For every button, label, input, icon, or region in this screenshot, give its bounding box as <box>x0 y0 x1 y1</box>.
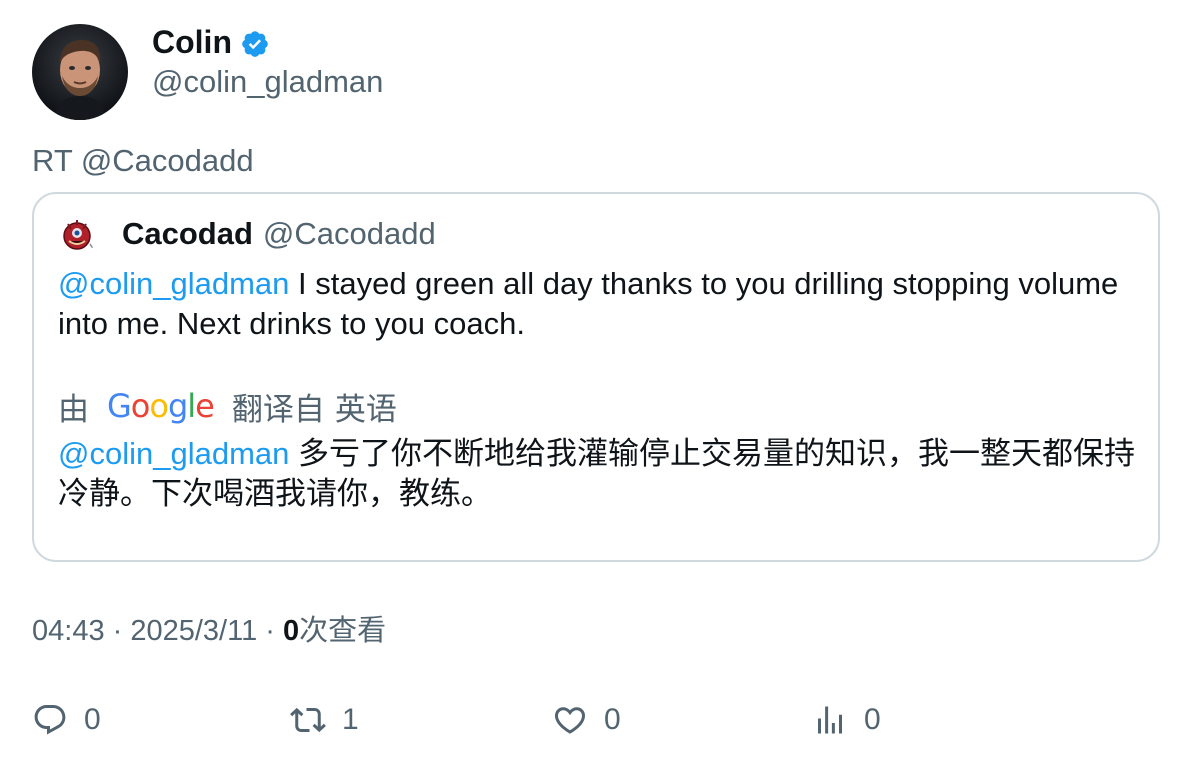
translated-tweet-text: @colin_gladman 多亏了你不断地给我灌输停止交易量的知识，我一整天都… <box>58 434 1148 514</box>
like-count: 0 <box>604 703 621 736</box>
quoted-tweet-card[interactable]: Cacodad @Cacodadd @colin_gladman I staye… <box>32 192 1160 562</box>
quoted-author-avatar[interactable] <box>58 214 98 254</box>
tweet-header: Colin @colin_gladman <box>32 24 383 120</box>
analytics-icon <box>818 706 842 734</box>
reply-count: 0 <box>84 703 101 736</box>
quoted-handle[interactable]: @Cacodadd <box>263 216 436 252</box>
author-handle[interactable]: @colin_gladman <box>152 64 383 100</box>
tweet-meta: 04:43 · 2025/3/11 · 0次查看 <box>32 612 386 650</box>
heart-icon <box>554 707 586 734</box>
tweet-date[interactable]: 2025/3/11 <box>130 615 257 647</box>
translation-suffix: 翻译自 <box>231 391 325 427</box>
views-count: 0 <box>283 615 300 647</box>
google-logo: Google <box>107 387 215 425</box>
retweet-button[interactable]: 1 <box>290 700 359 740</box>
retweet-text: RT @Cacodadd <box>32 143 254 178</box>
translation-prefix: 由 <box>58 391 89 427</box>
action-bar: 0 1 0 0 <box>32 700 1172 740</box>
meta-separator: · <box>104 615 131 647</box>
views-button[interactable]: 0 <box>812 700 881 740</box>
retweet-count: 1 <box>342 703 359 736</box>
like-button[interactable]: 0 <box>552 700 621 740</box>
verified-badge-icon <box>240 29 270 59</box>
views-label: 次查看 <box>299 615 387 647</box>
views-action-count: 0 <box>864 703 881 736</box>
tweet-time[interactable]: 04:43 <box>32 615 105 647</box>
quoted-tweet-text: @colin_gladman I stayed green all day th… <box>58 264 1148 344</box>
translation-attribution: 由 Google 翻译自 英语 <box>58 384 397 428</box>
author-avatar[interactable] <box>32 24 128 120</box>
translation-source-language: 英语 <box>334 391 397 427</box>
reply-button[interactable]: 0 <box>32 700 101 740</box>
reply-icon <box>34 705 66 735</box>
mention-link[interactable]: @colin_gladman <box>58 266 289 301</box>
meta-separator: · <box>257 615 284 647</box>
author-display-name[interactable]: Colin <box>152 24 232 60</box>
translated-mention-link[interactable]: @colin_gladman <box>58 436 289 471</box>
quoted-display-name[interactable]: Cacodad <box>122 216 253 252</box>
retweet-icon <box>290 707 326 733</box>
